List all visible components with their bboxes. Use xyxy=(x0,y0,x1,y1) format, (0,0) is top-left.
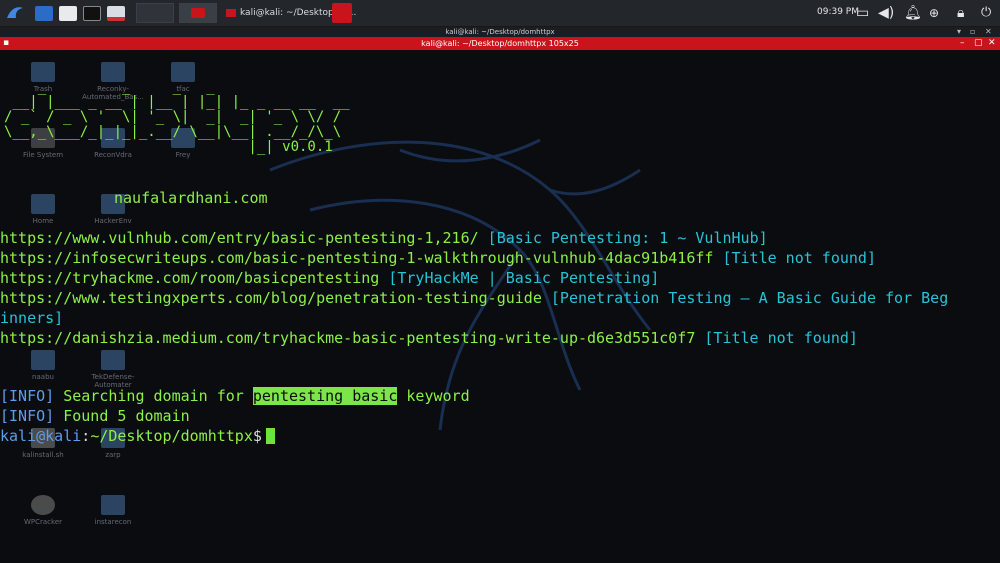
logout-icon[interactable]: ⏻ xyxy=(981,5,991,21)
info-tag: [INFO] xyxy=(0,407,55,425)
ascii-banner: _ _ _ _ __| |___ _ __ | |__ | |_| |_ _ _… xyxy=(4,79,350,155)
result-url: https://www.testingxperts.com/blog/penet… xyxy=(0,289,542,307)
result-line-5: https://danishzia.medium.com/tryhackme-b… xyxy=(0,328,858,348)
terminal-title-bar: ▪ kali@kali: ~/Desktop/domhttpx 105x25 –… xyxy=(0,37,1000,50)
terminal-maximize-button[interactable]: ▢ xyxy=(974,37,983,50)
maximize-button[interactable]: ▫ xyxy=(970,27,975,37)
window-header-title: kali@kali: ~/Desktop/domhttpx xyxy=(445,28,555,36)
info-text-end: keyword xyxy=(397,387,470,405)
notification-bell-icon[interactable]: 🔔︎ xyxy=(904,5,922,21)
result-line-2: https://infosecwriteups.com/basic-pentes… xyxy=(0,248,876,268)
result-line-3: https://tryhackme.com/room/basicpentesti… xyxy=(0,268,659,288)
power-manager-icon[interactable]: ⊕ xyxy=(929,5,939,21)
clock[interactable]: 09:39 PM xyxy=(817,7,859,17)
author-line: naufalardhani.com xyxy=(114,189,268,207)
result-title: [Basic Pentesting: 1 ~ VulnHub] xyxy=(487,229,768,247)
top-panel: kali@kali: ~/Desktop/do... 09:39 PM ▭ ◀)… xyxy=(0,0,1000,27)
result-title: [Title not found] xyxy=(704,329,858,347)
terminal-minimize-button[interactable]: – xyxy=(960,37,965,50)
text-cursor xyxy=(265,428,275,444)
prompt-symbol: $ xyxy=(252,427,262,445)
result-url: https://www.vulnhub.com/entry/basic-pent… xyxy=(0,229,479,247)
minimize-button[interactable]: ▾ xyxy=(957,27,961,37)
terminal-close-button[interactable]: ✕ xyxy=(988,37,996,50)
result-line-4: https://www.testingxperts.com/blog/penet… xyxy=(0,288,948,308)
search-keyword: pentesting basic xyxy=(252,387,398,405)
volume-icon[interactable]: ◀) xyxy=(878,5,894,21)
result-line-1: https://www.vulnhub.com/entry/basic-pent… xyxy=(0,228,768,248)
result-line-4-wrap: inners] xyxy=(0,308,63,328)
prompt-separator: : xyxy=(81,427,91,445)
kali-menu-icon[interactable] xyxy=(2,3,28,23)
terminal-icon[interactable] xyxy=(81,3,103,23)
network-icon[interactable]: ▭ xyxy=(856,5,869,21)
shell-prompt[interactable]: kali@kali:~/Desktop/domhttpx$ xyxy=(0,426,275,446)
info-search-line: [INFO] Searching domain for pentesting b… xyxy=(0,386,470,406)
workspace-divider xyxy=(222,3,223,23)
browser-icon[interactable] xyxy=(105,3,127,23)
info-tag: [INFO] xyxy=(0,387,55,405)
workspace-1[interactable] xyxy=(136,3,174,23)
window-header: kali@kali: ~/Desktop/domhttpx ▾ ▫ ✕ xyxy=(0,27,1000,37)
result-title: [Title not found] xyxy=(722,249,876,267)
result-title-wrap: inners] xyxy=(0,309,64,327)
info-found-text: Found 5 domain xyxy=(54,407,190,425)
result-url: https://tryhackme.com/room/basicpentesti… xyxy=(0,269,380,287)
result-url: https://danishzia.medium.com/tryhackme-b… xyxy=(0,329,696,347)
terminal-title: kali@kali: ~/Desktop/domhttpx 105x25 xyxy=(421,39,579,48)
info-found-line: [INFO] Found 5 domain xyxy=(0,406,190,426)
desktop-icon-wpcracker: WPCracker xyxy=(8,495,78,526)
folder-lock-icon xyxy=(31,350,55,370)
result-title: [Penetration Testing – A Basic Guide for… xyxy=(550,289,949,307)
prompt-user: kali@kali xyxy=(0,427,82,445)
show-desktop-icon[interactable] xyxy=(33,3,55,23)
terminal-output[interactable]: Trash Reconky-Automated_Bas... tfac File… xyxy=(0,50,1000,563)
folder-icon xyxy=(101,350,125,370)
workspace-2[interactable] xyxy=(179,3,217,23)
desktop-icon-home: Home xyxy=(8,194,78,225)
desktop-icon-instarecon: instarecon xyxy=(78,495,148,526)
file-manager-icon[interactable] xyxy=(57,3,79,23)
result-title: [TryHackMe | Basic Pentesting] xyxy=(388,269,660,287)
info-text: Searching domain for xyxy=(54,387,253,405)
desktop-icon-tekdefense: TekDefense-Automater xyxy=(78,350,148,389)
lock-screen-icon[interactable]: 🔒︎ xyxy=(957,5,964,21)
folder-icon xyxy=(101,495,125,515)
close-button[interactable]: ✕ xyxy=(985,27,992,37)
taskbar-red-item[interactable] xyxy=(332,3,352,23)
result-url: https://infosecwriteups.com/basic-pentes… xyxy=(0,249,714,267)
home-folder-icon xyxy=(31,194,55,214)
desktop-icon-naabu: naabu xyxy=(8,350,78,381)
prompt-path: ~/Desktop/domhttpx xyxy=(90,427,253,445)
gear-icon xyxy=(31,495,55,515)
terminal-task-icon xyxy=(226,9,236,17)
